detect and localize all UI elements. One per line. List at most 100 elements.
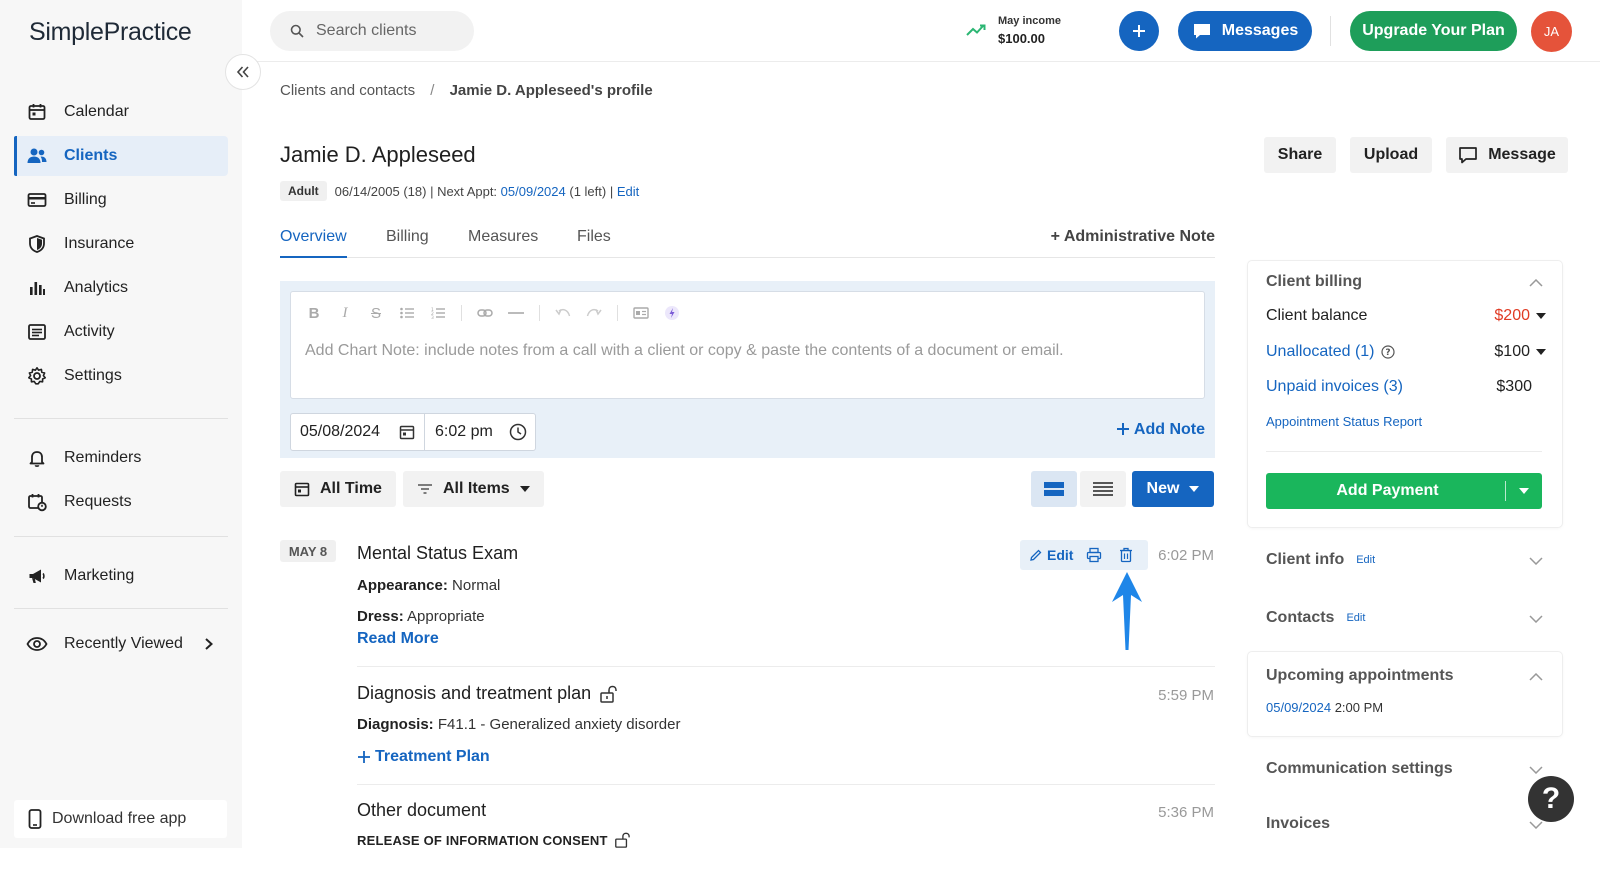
card-view-button[interactable]	[1031, 471, 1077, 507]
italic-icon[interactable]: I	[334, 302, 356, 324]
bold-icon[interactable]: B	[303, 302, 325, 324]
edit-client-link[interactable]: Edit	[617, 184, 639, 199]
avatar[interactable]: JA	[1531, 11, 1572, 52]
chart-note-editor[interactable]: B I S 123 Add Chart Note: include notes …	[290, 291, 1205, 399]
eye-icon	[26, 633, 48, 655]
help-circle-icon[interactable]: ?	[1380, 345, 1395, 359]
app-logo[interactable]: SimplePractice	[29, 18, 192, 47]
entry-detail-value: Normal	[452, 577, 501, 594]
communication-settings-title[interactable]: Communication settings	[1266, 760, 1453, 778]
unallocated-amount[interactable]: $100	[1494, 343, 1546, 361]
client-billing-title[interactable]: Client billing	[1266, 273, 1362, 291]
sidebar-item-label: Marketing	[64, 567, 135, 584]
upload-button[interactable]: Upload	[1350, 137, 1432, 173]
insert-field-icon[interactable]	[630, 302, 652, 324]
chevron-up-icon[interactable]	[1528, 275, 1544, 291]
message-label: Message	[1488, 146, 1556, 163]
edit-contacts-link[interactable]: Edit	[1346, 612, 1365, 624]
unallocated-link[interactable]: Unallocated (1)	[1266, 343, 1375, 361]
time-filter-button[interactable]: All Time	[280, 471, 396, 507]
monthly-income[interactable]: May income $100.00	[966, 12, 1061, 48]
topbar-divider	[1330, 16, 1331, 46]
upgrade-plan-button[interactable]: Upgrade Your Plan	[1350, 11, 1517, 51]
link-icon[interactable]	[474, 302, 496, 324]
chevron-down-icon[interactable]	[1528, 762, 1544, 778]
unpaid-invoices-link[interactable]: Unpaid invoices (3)	[1266, 378, 1403, 396]
horizontal-rule-icon[interactable]	[505, 302, 527, 324]
create-new-button[interactable]	[1119, 11, 1159, 51]
undo-icon[interactable]	[552, 302, 574, 324]
sidebar-item-clients[interactable]: Clients	[14, 136, 228, 176]
help-button[interactable]: ?	[1528, 776, 1574, 822]
timeline-entry-title[interactable]: Other document	[357, 800, 486, 821]
add-treatment-plan-link[interactable]: Treatment Plan	[357, 748, 490, 766]
tab-overview[interactable]: Overview	[280, 228, 347, 258]
add-administrative-note-button[interactable]: + Administrative Note	[1051, 228, 1215, 246]
note-date-input[interactable]: 05/08/2024	[291, 414, 425, 450]
tab-measures[interactable]: Measures	[468, 228, 538, 256]
timeline-entry-title[interactable]: Mental Status Exam	[357, 543, 518, 564]
items-filter-button[interactable]: All Items	[403, 471, 544, 507]
sidebar-item-analytics[interactable]: Analytics	[14, 268, 228, 308]
ai-assist-icon[interactable]	[661, 302, 683, 324]
note-time-input[interactable]: 6:02 pm	[425, 414, 535, 450]
timeline-entry-title[interactable]: Diagnosis and treatment plan	[357, 683, 617, 704]
sidebar-item-reminders[interactable]: Reminders	[14, 438, 228, 478]
caret-down-icon	[1189, 486, 1200, 492]
numbered-list-icon[interactable]: 123	[427, 302, 449, 324]
sidebar-item-insurance[interactable]: Insurance	[14, 224, 228, 264]
add-payment-button[interactable]: Add Payment	[1266, 473, 1542, 509]
read-more-link[interactable]: Read More	[357, 630, 439, 648]
strikethrough-icon[interactable]: S	[365, 302, 387, 324]
list-view-button[interactable]	[1080, 471, 1126, 507]
tab-billing[interactable]: Billing	[386, 228, 429, 256]
chevron-down-icon[interactable]	[1528, 553, 1544, 569]
svg-text:?: ?	[1385, 348, 1390, 358]
collapse-sidebar-button[interactable]	[225, 54, 261, 90]
add-note-button[interactable]: Add Note	[1116, 421, 1205, 439]
client-balance-amount[interactable]: $200	[1494, 307, 1546, 325]
tab-files[interactable]: Files	[577, 228, 611, 256]
sidebar-item-label: Recently Viewed	[64, 635, 183, 652]
edit-client-info-link[interactable]: Edit	[1356, 554, 1375, 566]
delete-entry-button[interactable]	[1115, 544, 1137, 566]
messages-button[interactable]: Messages	[1178, 11, 1312, 51]
chevron-up-icon[interactable]	[1528, 669, 1544, 685]
share-button[interactable]: Share	[1264, 137, 1336, 173]
sidebar-item-settings[interactable]: Settings	[14, 356, 228, 396]
client-balance-row: Client balance $200	[1266, 307, 1546, 325]
download-app-button[interactable]: Download free app	[14, 800, 227, 838]
sidebar-item-label: Requests	[64, 493, 132, 510]
sidebar-item-requests[interactable]: Requests	[14, 482, 228, 522]
next-appt-suffix: (1 left) |	[569, 183, 614, 199]
sidebar-item-calendar[interactable]: Calendar	[14, 92, 228, 132]
list-view-icon	[1093, 482, 1113, 496]
sidebar-item-billing[interactable]: Billing	[14, 180, 228, 220]
breadcrumb-clients-link[interactable]: Clients and contacts	[280, 82, 415, 99]
next-appt-date-link[interactable]: 05/09/2024	[501, 184, 566, 199]
trend-up-icon	[966, 23, 988, 37]
edit-entry-button[interactable]: Edit	[1030, 547, 1073, 563]
sidebar-item-activity[interactable]: Activity	[14, 312, 228, 352]
chevron-down-icon[interactable]	[1528, 611, 1544, 627]
print-entry-button[interactable]	[1083, 544, 1105, 566]
appointment-status-report-link[interactable]: Appointment Status Report	[1266, 414, 1422, 429]
message-button[interactable]: Message	[1446, 137, 1568, 173]
redo-icon[interactable]	[583, 302, 605, 324]
sidebar-item-recently-viewed[interactable]: Recently Viewed	[14, 624, 228, 664]
new-item-button[interactable]: New	[1132, 471, 1214, 507]
upcoming-appointment-date-link[interactable]: 05/09/2024	[1266, 700, 1331, 715]
users-icon	[26, 145, 48, 167]
add-payment-dropdown[interactable]	[1506, 488, 1542, 494]
entry-detail-label: Diagnosis:	[357, 716, 434, 733]
bullet-list-icon[interactable]	[396, 302, 418, 324]
section-title-text: Upcoming appointments	[1266, 667, 1454, 684]
sidebar-item-marketing[interactable]: Marketing	[14, 556, 228, 596]
contacts-title[interactable]: Contacts Edit	[1266, 609, 1365, 627]
client-info-title[interactable]: Client info Edit	[1266, 551, 1375, 569]
search-input[interactable]: Search clients	[270, 11, 474, 51]
sidebar-item-label: Reminders	[64, 449, 142, 466]
upcoming-appointments-title[interactable]: Upcoming appointments	[1266, 667, 1454, 685]
invoices-title[interactable]: Invoices	[1266, 815, 1330, 833]
section-title-text: Contacts	[1266, 609, 1335, 626]
